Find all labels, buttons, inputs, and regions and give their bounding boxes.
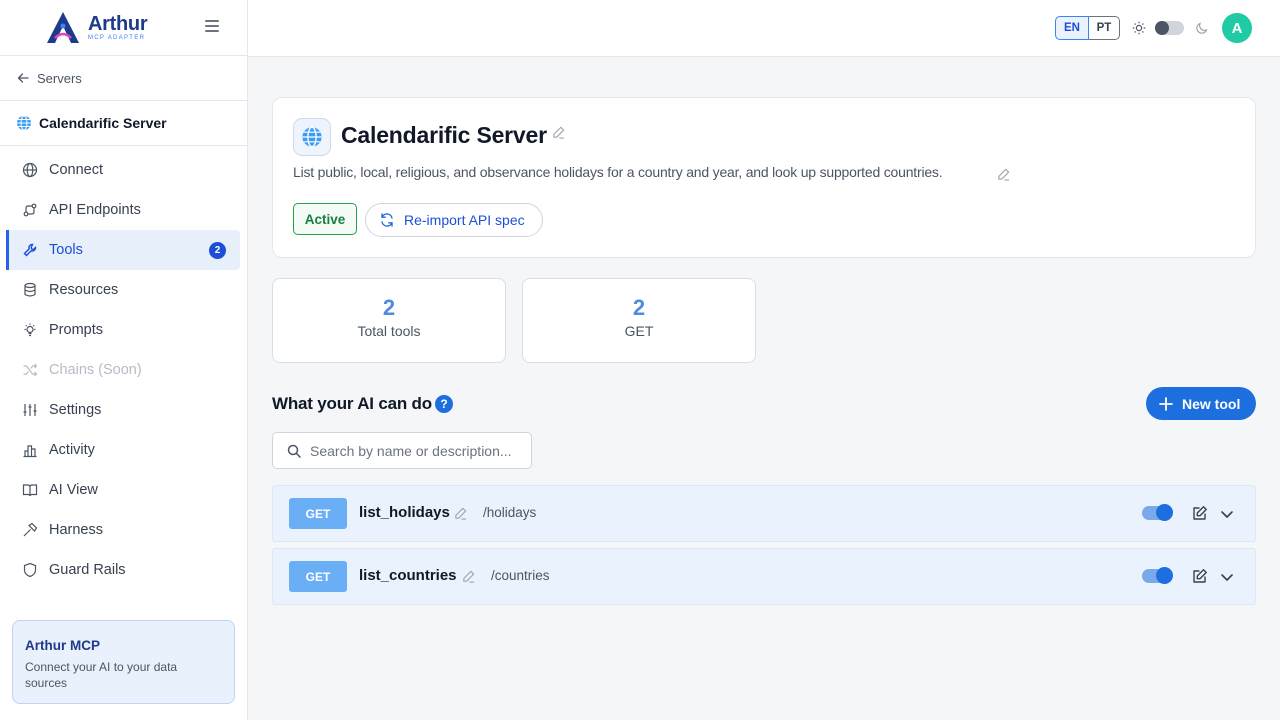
tool-enabled-toggle[interactable] (1142, 567, 1173, 584)
method-badge: GET (289, 561, 347, 592)
lightbulb-icon (24, 323, 36, 337)
tool-path: /holidays (483, 505, 537, 520)
sidebar-item-label: Guard Rails (49, 562, 126, 578)
topbar: EN PT A (248, 0, 1280, 57)
stat-total-tools: 2 Total tools (272, 278, 506, 363)
globe-icon (302, 126, 322, 148)
brand-subtitle: MCP ADAPTER (88, 35, 146, 41)
shuffle-icon (23, 363, 38, 377)
arthur-logo (47, 11, 79, 43)
sidebar-item-label: Harness (49, 522, 103, 538)
database-icon (24, 282, 36, 297)
tool-name: list_holidays (359, 504, 450, 521)
chevron-down-icon[interactable] (1219, 569, 1235, 585)
theme-toggle[interactable] (1155, 21, 1184, 35)
wrench-icon (23, 243, 37, 257)
sidebar-item-api-endpoints[interactable]: API Endpoints (6, 190, 240, 230)
server-icon (293, 118, 331, 156)
book-open-icon (22, 484, 38, 497)
page-title: Calendarific Server (341, 122, 547, 148)
sidebar-item-label: Resources (49, 282, 119, 298)
hammer-icon (23, 522, 38, 537)
new-tool-label: New tool (1182, 395, 1241, 412)
search-input[interactable] (310, 442, 525, 459)
sidebar-item-activity[interactable]: Activity (6, 430, 240, 470)
shield-icon (23, 562, 37, 578)
sidebar-item-resources[interactable]: Resources (6, 270, 240, 310)
status-badge: Active (293, 203, 357, 235)
language-pt-button[interactable]: PT (1089, 16, 1120, 40)
sidebar-item-tools[interactable]: Tools 2 (6, 230, 240, 270)
chevron-down-icon[interactable] (1219, 506, 1235, 522)
language-en-button[interactable]: EN (1055, 16, 1089, 40)
sidebar-item-label: Settings (49, 402, 102, 418)
sidebar-item-label: Tools (49, 242, 83, 258)
sliders-icon (23, 404, 37, 416)
menu-icon[interactable] (205, 20, 219, 32)
stat-value: 2 (632, 295, 646, 320)
sidebar-item-harness[interactable]: Harness (6, 510, 240, 550)
edit-description-icon[interactable] (997, 168, 1010, 181)
bar-chart-icon (23, 445, 37, 458)
search-box (272, 432, 532, 469)
sidebar-item-settings[interactable]: Settings (6, 390, 240, 430)
brand: Arthur MCP ADAPTER (0, 0, 247, 56)
tool-row[interactable]: GET list_holidays /holidays (272, 485, 1256, 542)
sidebar-nav: Connect API Endpoints Tools 2 Resources … (0, 146, 247, 590)
avatar[interactable]: A (1222, 13, 1252, 43)
endpoints-icon (23, 203, 37, 217)
tool-enabled-toggle[interactable] (1142, 504, 1173, 521)
sidebar-item-label: Prompts (49, 322, 103, 338)
stat-value: 2 (382, 295, 396, 320)
promo-title: Arthur MCP (25, 638, 100, 653)
sidebar-item-connect[interactable]: Connect (6, 150, 240, 190)
sidebar: Arthur MCP ADAPTER Servers Calendarific … (0, 0, 248, 720)
back-to-servers-link[interactable]: Servers (0, 56, 247, 101)
edit-name-icon[interactable] (454, 507, 467, 520)
sidebar-item-label: Chains (Soon) (49, 362, 142, 378)
tools-section-title: What your AI can do (272, 394, 432, 413)
sidebar-item-chains: Chains (Soon) (6, 350, 240, 390)
tool-row[interactable]: GET list_countries /countries (272, 548, 1256, 605)
new-tool-button[interactable]: New tool (1146, 387, 1256, 420)
back-label: Servers (37, 70, 82, 86)
brand-name: Arthur (88, 13, 148, 35)
tools-count-badge: 2 (209, 242, 226, 259)
language-switcher: EN PT (1055, 16, 1120, 40)
search-icon (287, 444, 301, 458)
server-header-card: Calendarific Server List public, local, … (272, 97, 1256, 258)
sidebar-item-prompts[interactable]: Prompts (6, 310, 240, 350)
edit-icon[interactable] (1192, 505, 1208, 521)
method-badge: GET (289, 498, 347, 529)
promo-card: Arthur MCP Connect your AI to your data … (12, 620, 235, 704)
current-server: Calendarific Server (0, 101, 247, 146)
sidebar-item-label: API Endpoints (49, 202, 141, 218)
tool-path: /countries (491, 568, 550, 583)
edit-name-icon[interactable] (462, 570, 475, 583)
server-name: Calendarific Server (39, 115, 167, 131)
help-icon[interactable]: ? (435, 395, 453, 413)
sidebar-item-label: Connect (49, 162, 104, 178)
edit-title-icon[interactable] (552, 126, 565, 139)
stat-label: Total tools (357, 323, 421, 339)
globe-icon (22, 162, 38, 178)
sidebar-item-label: Activity (49, 442, 95, 458)
refresh-icon (381, 213, 393, 227)
stat-get: 2 GET (522, 278, 756, 363)
sidebar-item-ai-view[interactable]: AI View (6, 470, 240, 510)
arrow-left-icon (17, 73, 29, 83)
reimport-label: Re-import API spec (404, 212, 525, 228)
promo-text: Connect your AI to your data sources (25, 660, 178, 690)
tool-name: list_countries (359, 567, 457, 584)
plus-icon (1159, 396, 1173, 411)
globe-icon (17, 115, 31, 131)
stat-label: GET (624, 323, 654, 339)
edit-icon[interactable] (1192, 568, 1208, 584)
reimport-api-spec-button[interactable]: Re-import API spec (365, 203, 543, 237)
sun-icon (1132, 21, 1146, 35)
server-description: List public, local, religious, and obser… (293, 164, 943, 180)
sidebar-item-label: AI View (49, 482, 98, 498)
moon-icon (1196, 22, 1208, 34)
sidebar-item-guard-rails[interactable]: Guard Rails (6, 550, 240, 590)
